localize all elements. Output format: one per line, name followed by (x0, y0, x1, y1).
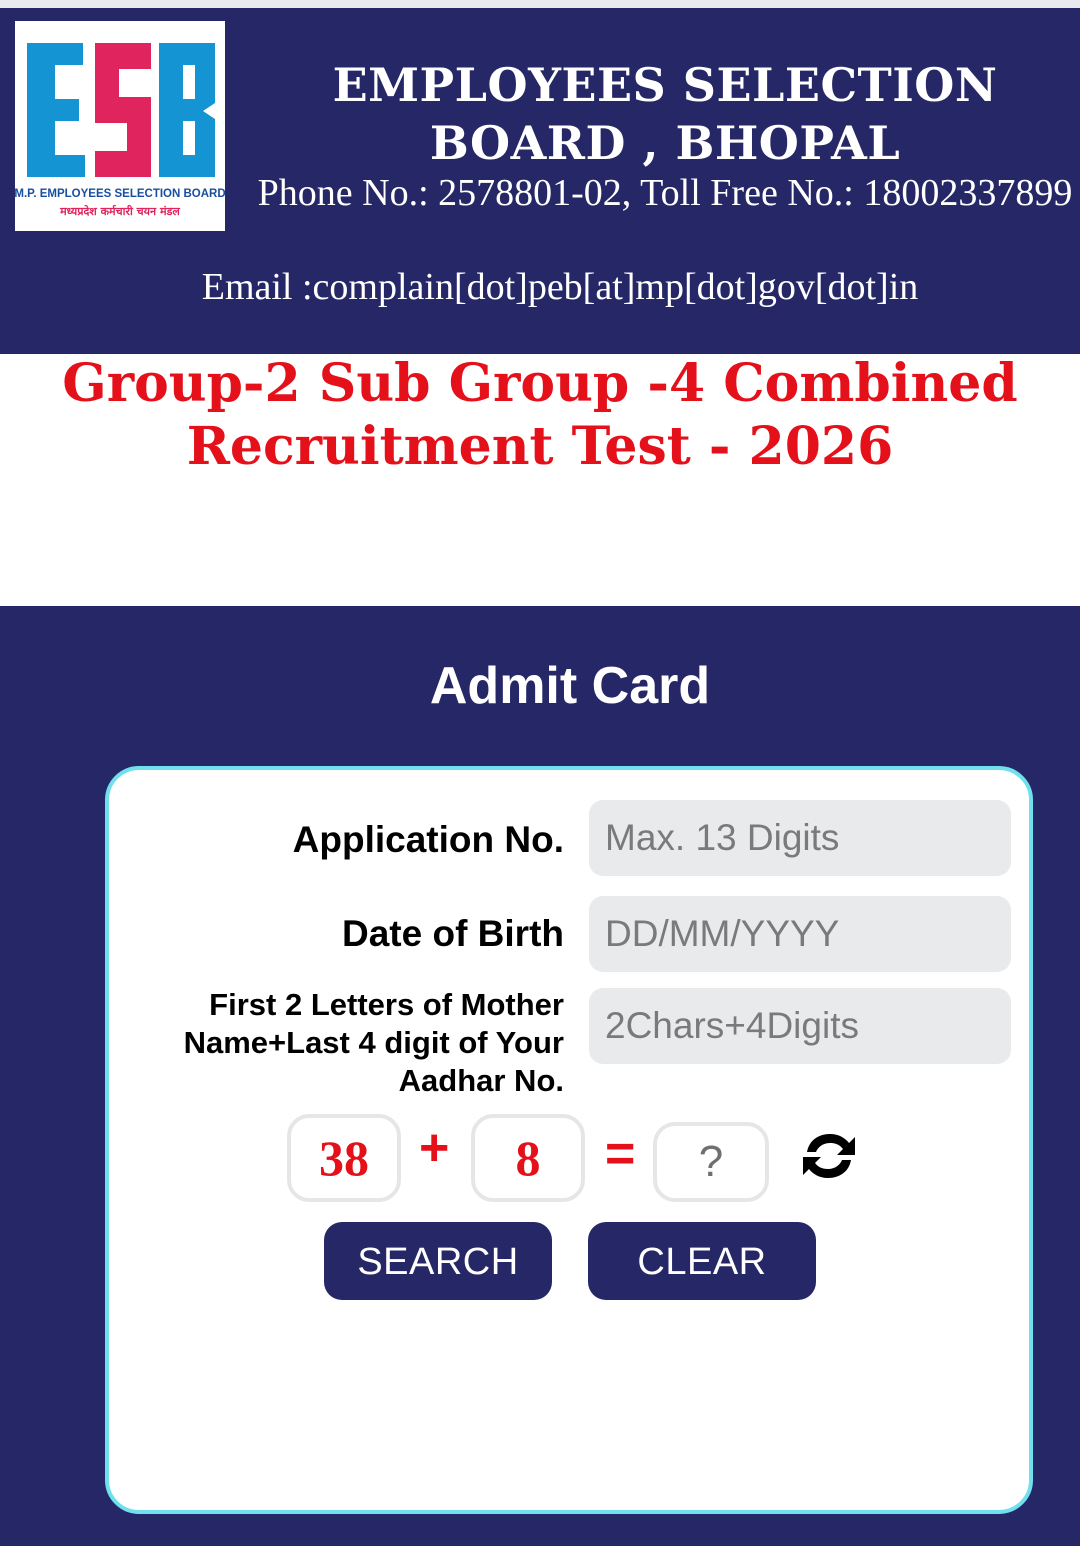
captcha-plus-sign: + (419, 1119, 450, 1177)
admit-card-form: Application No. Date of Birth First 2 Le… (105, 766, 1033, 1514)
captcha-number-1: 38 (287, 1114, 401, 1202)
dob-label: Date of Birth (342, 913, 564, 954)
esb-logo: M.P. EMPLOYEES SELECTION BOARD मध्यप्रदे… (15, 21, 225, 231)
top-strip (0, 0, 1080, 8)
application-no-label: Application No. (292, 819, 564, 860)
org-title: EMPLOYEES SELECTION BOARD , BHOPAL (332, 58, 998, 170)
captcha-answer-input[interactable] (653, 1122, 769, 1202)
admit-card-section: Admit Card Application No. Date of Birth… (0, 606, 1080, 1546)
logo-line1: M.P. EMPLOYEES SELECTION BOARD (15, 188, 225, 200)
mother-aadhar-input[interactable] (589, 988, 1011, 1064)
admit-card-heading: Admit Card (429, 657, 711, 715)
mother-aadhar-label: First 2 Letters of Mother Name+Last 4 di… (183, 987, 564, 1098)
captcha-number-2: 8 (471, 1114, 585, 1202)
dob-input[interactable] (589, 896, 1011, 972)
logo-line2: मध्यप्रदेश कर्मचारी चयन मंडल (59, 204, 180, 218)
search-button[interactable]: SEARCH (324, 1222, 552, 1300)
exam-title: Group-2 Sub Group -4 Combined Recruitmen… (62, 353, 1018, 477)
site-header: M.P. EMPLOYEES SELECTION BOARD मध्यप्रदे… (0, 8, 1080, 354)
captcha-equals-sign: = (605, 1125, 636, 1183)
refresh-icon[interactable] (799, 1128, 859, 1184)
esb-logo-mark: M.P. EMPLOYEES SELECTION BOARD मध्यप्रदे… (15, 43, 225, 218)
application-no-input[interactable] (589, 800, 1011, 876)
clear-button[interactable]: CLEAR (588, 1222, 816, 1300)
contact-phone: Phone No.: 2578801-02, Toll Free No.: 18… (257, 172, 1073, 214)
contact-email: Email :complain[dot]peb[at]mp[dot]gov[do… (201, 266, 919, 308)
